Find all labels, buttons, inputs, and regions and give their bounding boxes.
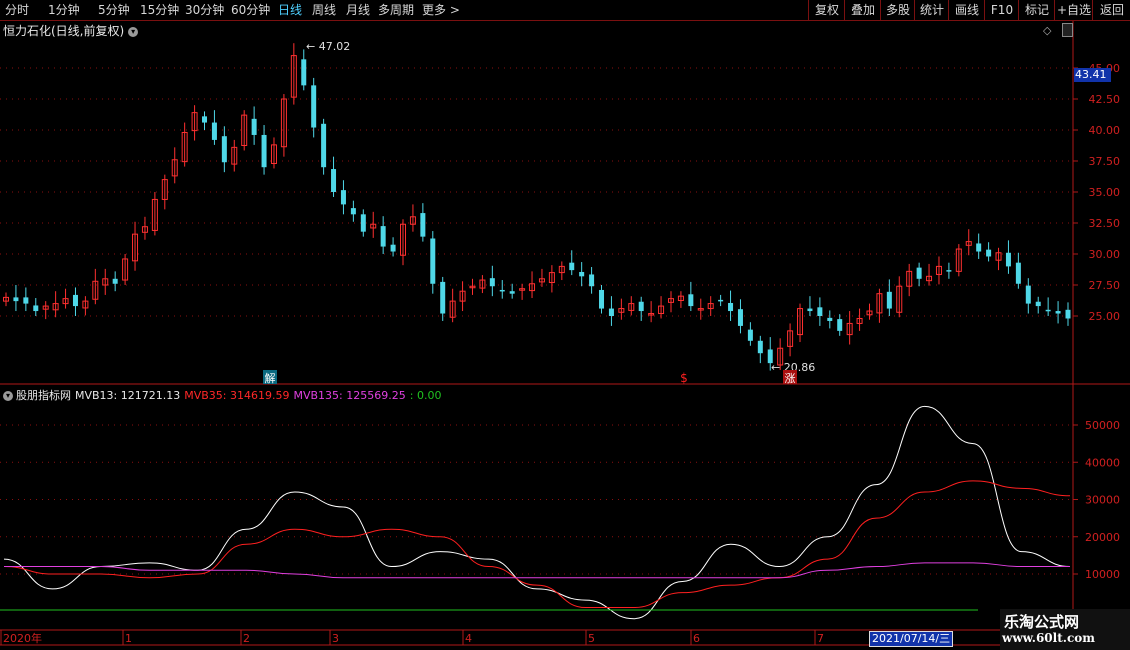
diamond-icon[interactable]: ◇ [1043, 24, 1051, 37]
candle-body [608, 308, 614, 316]
indicator-tick-label: 10000 [1085, 568, 1120, 581]
candle-body [311, 85, 317, 128]
candle-body [509, 291, 515, 294]
current-price-tag: 43.41 [1074, 68, 1111, 82]
cursor-date-tag: 2021/07/14/三 [869, 631, 954, 647]
price-tick-label: 42.50 [1089, 93, 1121, 106]
x-tick-label: 6 [693, 632, 700, 645]
chart-canvas[interactable]: 45.0042.5040.0037.5035.0032.5030.0027.50… [0, 0, 1130, 650]
watermark-line2: www.60lt.com [1002, 631, 1095, 645]
candle-body [807, 308, 813, 312]
candle-body [837, 319, 843, 331]
candle-body [13, 297, 19, 302]
candle-body [321, 123, 327, 168]
scroll-handle[interactable] [1062, 23, 1073, 37]
indicator-tick-label: 20000 [1085, 531, 1120, 544]
x-tick-label: 2020年 [3, 631, 42, 645]
price-tick-label: 30.00 [1089, 248, 1121, 261]
candle-body [420, 213, 426, 237]
candle-body [1025, 285, 1031, 304]
candle-body [1065, 309, 1071, 319]
mvb135-line [3, 562, 1070, 579]
candle-body [569, 262, 575, 271]
candle-body [688, 294, 694, 307]
candle-body [33, 305, 39, 312]
candle-body [440, 281, 446, 314]
x-tick-label: 7 [817, 632, 824, 645]
price-tick-label: 35.00 [1089, 186, 1121, 199]
candle-body [499, 289, 505, 292]
chevron-down-icon[interactable]: ▾ [3, 391, 13, 401]
candle-body [301, 59, 307, 86]
price-tick-label: 27.50 [1089, 279, 1121, 292]
candle-body [1035, 301, 1041, 307]
main-chart-title: 恒力石化(日线,前复权) ▾ [3, 22, 139, 39]
candle-body [1015, 262, 1021, 284]
mvb13-value: MVB13: 121721.13 [75, 389, 181, 402]
candle-body [112, 278, 118, 284]
jie-marker: 解 [265, 371, 276, 385]
candle-body [638, 301, 644, 312]
candle-body [202, 116, 208, 123]
indicator-title: ▾ 股朋指标网 MVB13: 121721.13 MVB35: 314619.59 MV… [3, 387, 445, 403]
price-tick-label: 32.50 [1089, 217, 1121, 230]
candle-body [886, 291, 892, 309]
candle-body [986, 249, 992, 257]
candle-body [757, 340, 763, 354]
x-tick-label: 1 [125, 632, 132, 645]
candle-body [747, 329, 753, 341]
candle-body [350, 208, 356, 215]
indicator-tick-label: 40000 [1085, 456, 1120, 469]
candle-body [430, 238, 436, 284]
watermark-line1: 乐淘公式网 [1004, 613, 1080, 631]
candle-body [340, 190, 346, 205]
x-tick-label: 3 [332, 632, 339, 645]
candle-body [251, 118, 257, 135]
candle-body [261, 134, 267, 168]
candle-body [390, 244, 396, 252]
candle-body [331, 169, 337, 192]
mvb35-value: MVB35: 314619.59 [184, 389, 290, 402]
candle-body [827, 317, 833, 321]
candle-body [360, 214, 366, 232]
candle-body [916, 267, 922, 279]
dollar-marker: $ [680, 371, 688, 385]
zhang-marker: 涨 [785, 372, 796, 385]
candle-body [599, 289, 605, 309]
candle-body [976, 243, 982, 252]
candle-body [946, 270, 952, 272]
candle-body [718, 299, 724, 302]
x-tick-label: 4 [465, 632, 472, 645]
indicator-tick-label: 30000 [1085, 494, 1120, 507]
candle-body [589, 274, 595, 287]
stock-title: 恒力石化(日线,前复权) [3, 24, 125, 38]
price-tick-label: 40.00 [1089, 124, 1121, 137]
chevron-down-icon[interactable]: ▾ [128, 26, 139, 37]
x-tick-label: 5 [588, 632, 595, 645]
candle-body [489, 278, 495, 287]
candle-body [221, 136, 227, 163]
high-price-label: ← 47.02 [306, 40, 350, 53]
candle-body [1005, 252, 1011, 267]
candle-body [72, 294, 78, 307]
candle-body [817, 307, 823, 316]
price-tick-label: 25.00 [1089, 310, 1121, 323]
candle-body [1045, 309, 1051, 312]
indicator-tick-label: 50000 [1085, 419, 1120, 432]
candle-body [737, 309, 743, 326]
candle-body [1055, 311, 1061, 314]
zero-value: : 0.00 [409, 389, 442, 402]
candle-body [23, 297, 29, 304]
price-tick-label: 37.50 [1089, 155, 1121, 168]
candle-body [211, 122, 217, 140]
candle-body [579, 271, 585, 277]
mvb135-value: MVB135: 125569.25 [293, 389, 406, 402]
candle-body [380, 226, 386, 247]
x-tick-label: 2 [243, 632, 250, 645]
candle-body [728, 302, 734, 312]
indicator-name: 股朋指标网 [16, 389, 71, 402]
mvb13-line [3, 405, 1071, 620]
